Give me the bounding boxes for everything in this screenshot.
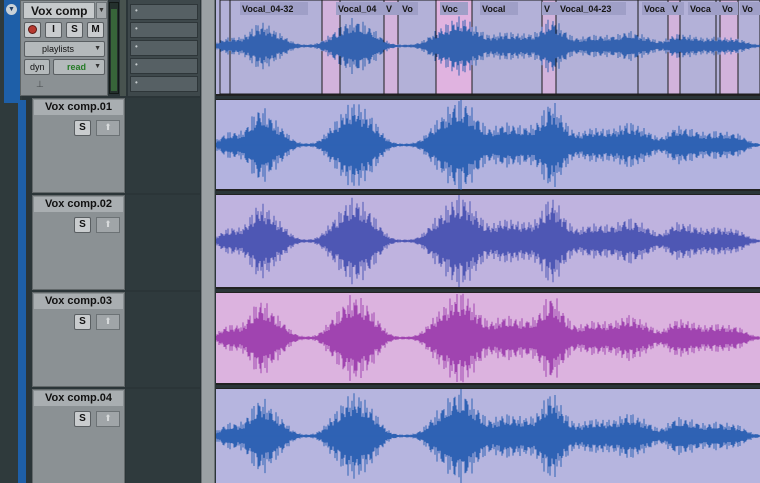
chevron-down-icon[interactable]: ▼ <box>96 2 107 19</box>
insert-slot[interactable]: • <box>130 76 198 92</box>
automation-mode-label: read <box>67 62 87 72</box>
child-track-name[interactable]: Vox comp.01 <box>34 100 123 115</box>
clip-label: Vo <box>722 4 733 14</box>
track-view-selector[interactable]: dyn <box>24 59 50 75</box>
waveform <box>216 389 760 483</box>
chevron-down-icon: ▼ <box>94 63 101 70</box>
child-track-header: Vox comp.03 S ⬆ <box>32 292 125 387</box>
waveform <box>216 195 760 287</box>
insert-slot[interactable]: • <box>130 40 198 56</box>
playlists-label: playlists <box>42 44 75 54</box>
waveform <box>216 293 760 383</box>
child-track-header: Vox comp.01 S ⬆ <box>32 98 125 193</box>
clip-label: Vo <box>742 4 753 14</box>
child-track-header: Vox comp.02 S ⬆ <box>32 195 125 290</box>
parent-track-color-bar <box>4 0 20 103</box>
insert-slot[interactable]: • <box>130 22 198 38</box>
track-view-label: dyn <box>30 62 45 72</box>
up-arrow-icon[interactable]: ⬆ <box>96 314 120 330</box>
voice-icon: ⊥ <box>36 79 44 89</box>
clip-label: Vocal_04-32 <box>242 4 293 14</box>
parent-track-header: Vox comp ▼ I S M playlists ▼ dyn read ▼ … <box>20 0 108 96</box>
solo-button[interactable]: S <box>74 411 91 427</box>
clip-label: Voca <box>644 4 666 14</box>
meter-scale <box>120 0 126 96</box>
child-track-io-column <box>126 98 200 193</box>
record-enable-button[interactable] <box>24 22 41 38</box>
up-arrow-icon[interactable]: ⬆ <box>96 217 120 233</box>
input-monitor-button[interactable]: I <box>45 22 62 38</box>
clip-label: Vocal <box>482 4 505 14</box>
track-group-spine: ▼ <box>0 0 26 483</box>
child-track-name[interactable]: Vox comp.02 <box>34 197 123 212</box>
up-arrow-icon[interactable]: ⬆ <box>96 411 120 427</box>
clip-label: V <box>386 4 392 14</box>
insert-slot[interactable]: • <box>130 58 198 74</box>
insert-slot[interactable]: • <box>130 4 198 20</box>
solo-button[interactable]: S <box>66 22 83 38</box>
solo-button[interactable]: S <box>74 120 91 136</box>
playlist-lane[interactable] <box>216 292 760 385</box>
child-track-io-column <box>126 389 200 483</box>
clip-label: Vocal_04-23 <box>560 4 611 14</box>
clip-label: V <box>672 4 678 14</box>
clip-label: Vocal_04 <box>338 4 376 14</box>
child-tracks-color-bar <box>18 100 26 483</box>
chevron-down-icon: ▼ <box>94 45 101 52</box>
child-track-name[interactable]: Vox comp.03 <box>34 294 123 309</box>
up-arrow-icon[interactable]: ⬆ <box>96 120 120 136</box>
playlist-lane[interactable] <box>216 194 760 289</box>
child-track-header: Vox comp.04 S ⬆ <box>32 389 125 483</box>
child-track-io-column <box>126 292 200 387</box>
waveform <box>216 100 760 190</box>
solo-button[interactable]: S <box>74 314 91 330</box>
track-divider-column <box>201 0 215 483</box>
playlist-lane[interactable] <box>216 99 760 191</box>
clip-label: Voca <box>690 4 712 14</box>
mute-button[interactable]: M <box>87 22 104 38</box>
record-dot-icon <box>28 25 37 34</box>
insert-slots: • • • • • <box>128 0 200 96</box>
parent-playlist-lane[interactable]: Vocal_04-32 Vocal_04 V Vo Voc Vocal V Vocal_04-… <box>216 0 760 96</box>
clip-label: Vo <box>402 4 413 14</box>
child-track-io-column <box>126 195 200 290</box>
child-track-name[interactable]: Vox comp.04 <box>34 391 123 406</box>
playlist-lane[interactable] <box>216 388 760 483</box>
clip-label: V <box>544 4 550 14</box>
clip-label: Voc <box>442 4 458 14</box>
playlists-selector[interactable]: playlists ▼ <box>24 41 105 57</box>
parent-waveform: Vocal_04-32 Vocal_04 V Vo Voc Vocal V Vocal_04-… <box>216 0 760 95</box>
solo-button[interactable]: S <box>74 217 91 233</box>
level-meter <box>109 2 119 94</box>
automation-mode-selector[interactable]: read ▼ <box>53 59 105 75</box>
parent-track-name[interactable]: Vox comp <box>23 2 95 19</box>
triangle-down-icon[interactable]: ▼ <box>6 4 17 15</box>
